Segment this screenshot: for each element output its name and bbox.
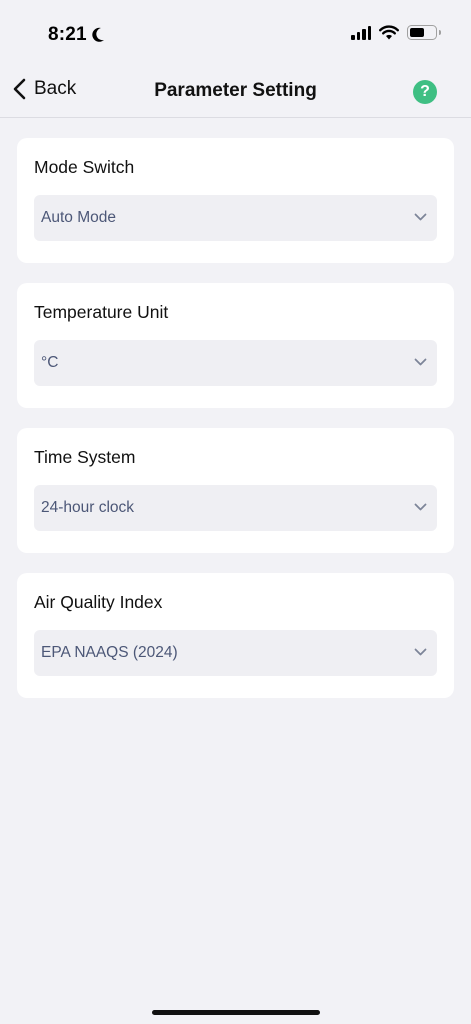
chevron-down-icon: [414, 503, 427, 511]
page-title: Parameter Setting: [154, 80, 317, 101]
mode-switch-select[interactable]: Auto Mode: [34, 195, 437, 241]
status-time-group: 8:21: [48, 24, 105, 46]
status-time: 8:21: [48, 24, 87, 45]
moon-icon: [92, 27, 104, 42]
setting-label: Temperature Unit: [34, 302, 169, 322]
air-quality-index-select[interactable]: EPA NAAQS (2024): [34, 630, 437, 676]
setting-label: Air Quality Index: [34, 592, 163, 612]
select-value: °C: [41, 354, 59, 371]
nav-bar: Back Parameter Setting ?: [0, 64, 471, 118]
select-value: Auto Mode: [41, 209, 116, 226]
battery-icon: [407, 25, 441, 40]
temperature-unit-select[interactable]: °C: [34, 340, 437, 386]
status-icons: [351, 25, 441, 40]
signal-icon: [351, 25, 371, 40]
setting-card-time-system: Time System 24-hour clock: [17, 428, 454, 553]
setting-label: Mode Switch: [34, 157, 135, 177]
setting-card-temperature-unit: Temperature Unit °C: [17, 283, 454, 408]
setting-card-mode-switch: Mode Switch Auto Mode: [17, 138, 454, 263]
chevron-down-icon: [414, 648, 427, 656]
screen: 8:21 Back Parameter Setting ? Mode Switc…: [0, 0, 471, 1024]
status-bar: 8:21: [0, 0, 471, 64]
chevron-down-icon: [414, 213, 427, 221]
setting-label: Time System: [34, 447, 136, 467]
time-system-select[interactable]: 24-hour clock: [34, 485, 437, 531]
select-value: 24-hour clock: [41, 499, 135, 516]
help-icon[interactable]: ?: [413, 80, 437, 104]
setting-card-air-quality-index: Air Quality Index EPA NAAQS (2024): [17, 573, 454, 698]
chevron-down-icon: [414, 358, 427, 366]
wifi-icon: [379, 25, 399, 40]
select-value: EPA NAAQS (2024): [41, 644, 178, 661]
home-indicator[interactable]: [152, 1010, 320, 1015]
